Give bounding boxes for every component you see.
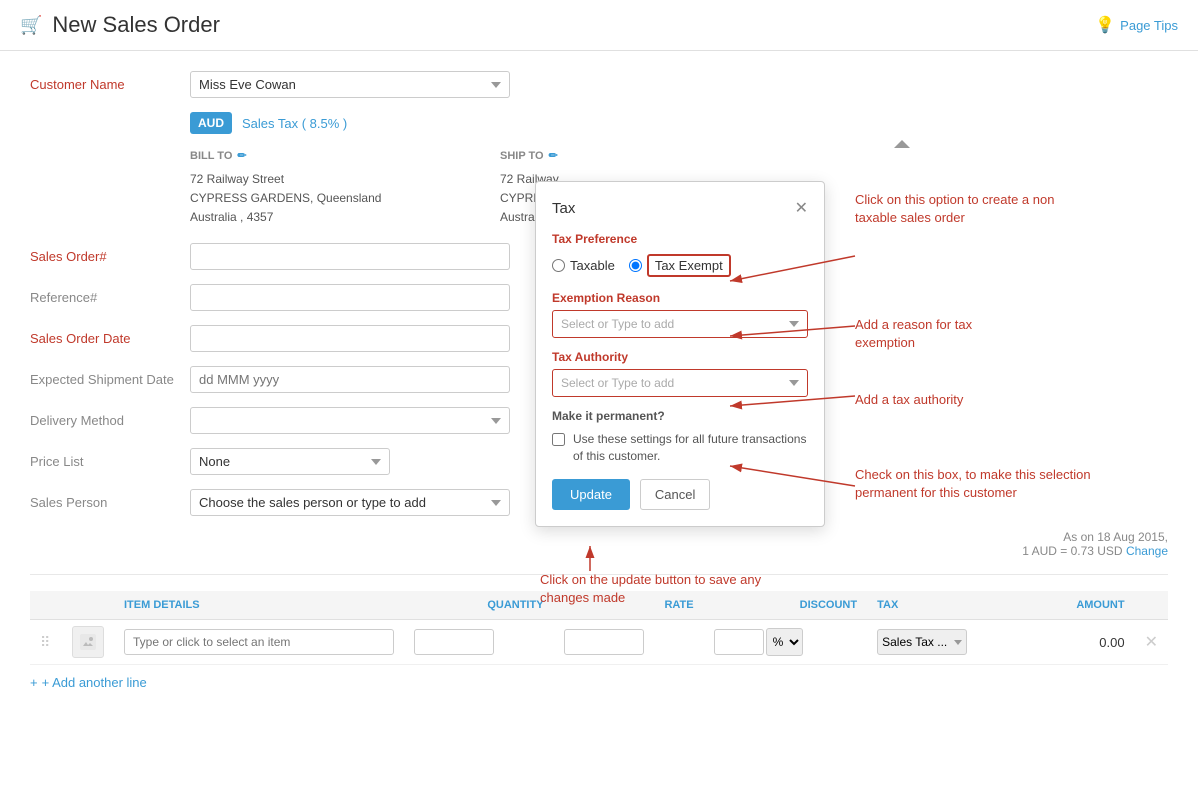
cart-icon: 🛒 xyxy=(20,15,42,36)
exemption-reason-label: Exemption Reason xyxy=(552,291,808,305)
add-line-label: + Add another line xyxy=(42,675,147,690)
bill-address-line3: Australia , 4357 xyxy=(190,208,500,227)
callout-permanent: Check on this box, to make this selectio… xyxy=(855,466,1095,502)
reference-label: Reference# xyxy=(30,284,190,305)
currency-badge[interactable]: AUD xyxy=(190,112,232,134)
sales-order-label: Sales Order# xyxy=(30,243,190,264)
tax-preference-radio-group: Taxable Tax Exempt xyxy=(552,254,808,277)
page-tips-button[interactable]: 💡 Page Tips xyxy=(1095,15,1178,35)
modal-header: Tax ✕ xyxy=(552,198,808,218)
sales-order-date-input[interactable]: 14 Sep 2015 xyxy=(190,325,510,352)
tax-dropdown-caret xyxy=(894,140,910,148)
bill-address-line2: CYPRESS GARDENS, Queensland xyxy=(190,189,500,208)
delivery-method-select[interactable] xyxy=(190,407,510,434)
col-img xyxy=(62,591,114,620)
price-list-label: Price List xyxy=(30,448,190,469)
tax-select[interactable]: Sales Tax ... xyxy=(877,629,967,655)
discount-input[interactable]: 0 xyxy=(714,629,764,655)
reference-input[interactable] xyxy=(190,284,510,311)
col-tax: TAX xyxy=(867,591,1032,620)
cancel-button[interactable]: Cancel xyxy=(640,479,710,510)
tax-authority-group: Tax Authority Select or Type to add xyxy=(552,350,808,397)
main-content: Customer Name Miss Eve Cowan AUD Sales T… xyxy=(0,51,1198,710)
col-quantity: QUANTITY xyxy=(404,591,554,620)
price-list-select[interactable]: None xyxy=(190,448,390,475)
tax-authority-label: Tax Authority xyxy=(552,350,808,364)
remove-row-button[interactable]: ✕ xyxy=(1145,632,1158,652)
exchange-rate-value: 1 AUD = 0.73 USD xyxy=(1022,544,1122,558)
add-line-button[interactable]: + + Add another line xyxy=(30,675,1168,690)
exemption-reason-group: Exemption Reason Select or Type to add xyxy=(552,291,808,338)
ship-to-edit-icon[interactable]: ✏ xyxy=(549,148,558,166)
modal-title: Tax xyxy=(552,200,575,217)
sales-tax-link[interactable]: Sales Tax ( 8.5% ) xyxy=(242,116,347,131)
exchange-rate-change-link[interactable]: Change xyxy=(1126,544,1168,558)
tax-authority-select[interactable]: Select or Type to add xyxy=(552,369,808,397)
sales-person-label: Sales Person xyxy=(30,489,190,510)
make-permanent-label: Make it permanent? xyxy=(552,409,808,423)
currency-tax-row: AUD Sales Tax ( 8.5% ) xyxy=(190,112,1168,134)
customer-name-select[interactable]: Miss Eve Cowan xyxy=(190,71,510,98)
page-title: New Sales Order xyxy=(52,12,220,38)
quantity-input[interactable]: 1.00 xyxy=(414,629,494,655)
amount-value: 0.00 xyxy=(1032,620,1134,665)
delivery-method-label: Delivery Method xyxy=(30,407,190,428)
callout-non-taxable: Click on this option to create a non tax… xyxy=(855,191,1075,227)
app-header: 🛒 New Sales Order 💡 Page Tips xyxy=(0,0,1198,51)
discount-group: 0 % $ xyxy=(714,628,858,656)
expected-shipment-input[interactable] xyxy=(190,366,510,393)
taxable-option[interactable]: Taxable xyxy=(552,258,615,273)
permanent-checkbox-row: Use these settings for all future transa… xyxy=(552,431,808,465)
col-amount: AMOUNT xyxy=(1032,591,1134,620)
discount-type-select[interactable]: % $ xyxy=(766,628,803,656)
tax-exempt-radio[interactable] xyxy=(629,259,642,272)
lightbulb-icon: 💡 xyxy=(1095,15,1115,35)
tax-exempt-label: Tax Exempt xyxy=(647,254,731,277)
bill-to-edit-icon[interactable]: ✏ xyxy=(237,148,246,166)
modal-close-button[interactable]: ✕ xyxy=(795,198,808,218)
rate-input[interactable]: 0.00 xyxy=(564,629,644,655)
permanent-checkbox[interactable] xyxy=(552,433,565,446)
update-button[interactable]: Update xyxy=(552,479,630,510)
tax-modal: Tax ✕ Tax Preference Taxable Tax Exempt … xyxy=(535,181,825,527)
page-title-group: 🛒 New Sales Order xyxy=(20,12,220,38)
col-item-details: ITEM DETAILS xyxy=(114,591,404,620)
drag-handle-icon[interactable]: ⠿ xyxy=(40,634,50,650)
callout-tax-authority: Add a tax authority xyxy=(855,391,963,409)
tax-preference-label: Tax Preference xyxy=(552,232,808,246)
bill-to-block: BILL TO ✏ 72 Railway Street CYPRESS GARD… xyxy=(190,148,500,227)
item-image-placeholder xyxy=(72,626,104,658)
table-row: ⠿ 1.00 0.00 0 xyxy=(30,620,1168,665)
sales-order-input[interactable]: SO-00031 xyxy=(190,243,510,270)
taxable-radio[interactable] xyxy=(552,259,565,272)
col-remove xyxy=(1135,591,1168,620)
permanent-checkbox-label: Use these settings for all future transa… xyxy=(573,431,808,465)
bill-to-label: BILL TO xyxy=(190,148,232,166)
callout-exemption-reason: Add a reason for tax exemption xyxy=(855,316,1035,352)
callout-update: Click on the update button to save any c… xyxy=(540,571,780,607)
exchange-rate: As on 18 Aug 2015, 1 AUD = 0.73 USD Chan… xyxy=(30,530,1168,558)
item-detail-input[interactable] xyxy=(124,629,394,655)
tax-exempt-option[interactable]: Tax Exempt xyxy=(629,254,731,277)
ship-to-label: SHIP TO xyxy=(500,148,544,166)
plus-icon: + xyxy=(30,675,38,690)
sales-person-select[interactable]: Choose the sales person or type to add xyxy=(190,489,510,516)
col-drag xyxy=(30,591,62,620)
page-tips-label: Page Tips xyxy=(1120,18,1178,33)
exemption-reason-select[interactable]: Select or Type to add xyxy=(552,310,808,338)
sales-order-date-label: Sales Order Date xyxy=(30,325,190,346)
expected-shipment-label: Expected Shipment Date xyxy=(30,366,190,387)
customer-name-label: Customer Name xyxy=(30,71,190,92)
exchange-rate-text: As on 18 Aug 2015, xyxy=(1063,530,1168,544)
taxable-label: Taxable xyxy=(570,258,615,273)
customer-name-row: Customer Name Miss Eve Cowan xyxy=(30,71,1168,98)
bill-address-line1: 72 Railway Street xyxy=(190,170,500,189)
modal-actions: Update Cancel xyxy=(552,479,808,510)
